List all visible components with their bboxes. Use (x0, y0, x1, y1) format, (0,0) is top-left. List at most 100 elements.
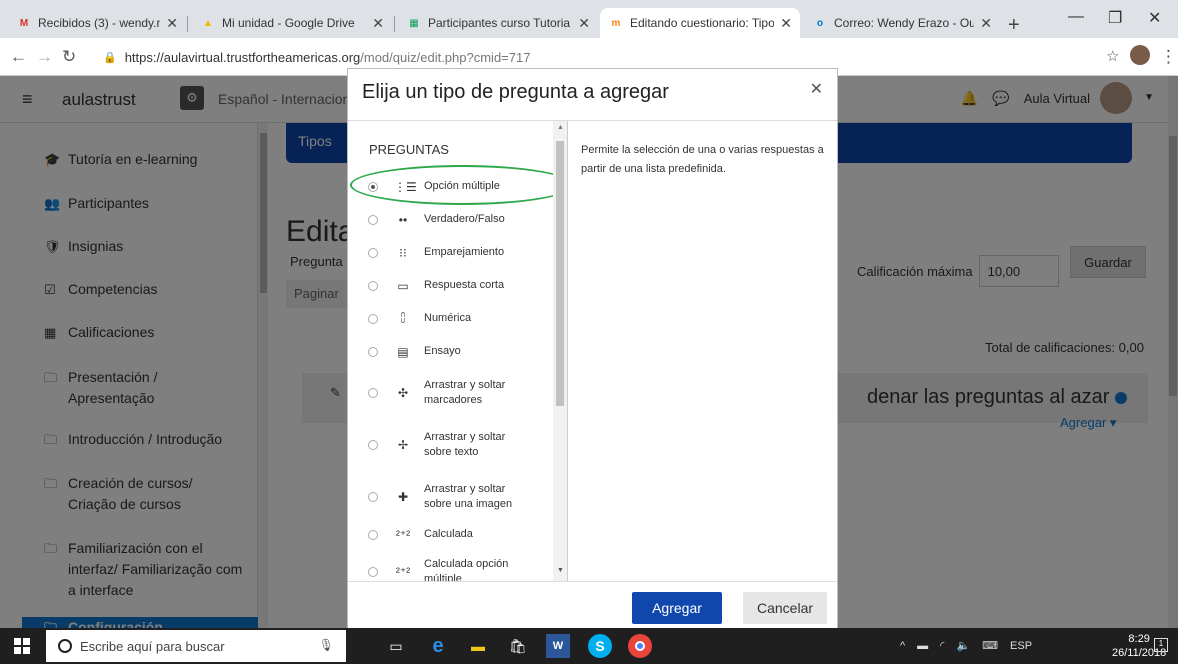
skype-icon[interactable]: S (588, 634, 612, 658)
options-scrollbar[interactable]: ▲ ▼ (553, 121, 567, 581)
close-icon[interactable]: ✕ (810, 79, 823, 99)
scrollbar-thumb[interactable] (556, 141, 564, 406)
option-label: Calculada (424, 528, 473, 540)
browser-tab-outlook[interactable]: o Correo: Wendy Erazo - Outl ✕ (804, 8, 1000, 38)
option-calculatedmulti[interactable]: ²⁺² Calculada opción múltiple (348, 557, 556, 581)
option-essay[interactable]: ▤ Ensayo (348, 344, 556, 359)
option-label: Emparejamiento (424, 246, 505, 258)
calculated-icon: ²⁺² (395, 527, 411, 542)
radio-button[interactable] (368, 388, 378, 398)
notification-icon[interactable]: 1 (1154, 638, 1168, 652)
scroll-down-icon[interactable]: ▼ (557, 567, 564, 574)
url-field[interactable]: 🔒 https://aulavirtual.trustfortheamerica… (103, 44, 1103, 70)
dialog-header: Elija un tipo de pregunta a agregar ✕ (348, 69, 837, 121)
radio-button[interactable] (368, 247, 378, 258)
option-numerical[interactable]: ⩇ Numérica (348, 311, 556, 326)
shortanswer-icon: ▭ (397, 278, 409, 293)
tab-label: Participantes curso Tutoria (428, 16, 571, 30)
close-icon[interactable]: ✕ (166, 15, 178, 32)
tab-label: Correo: Wendy Erazo - Outl (834, 16, 975, 30)
new-tab-button[interactable]: + (1008, 14, 1020, 37)
taskbar-search[interactable]: Escribe aquí para buscar 🎙 (46, 630, 346, 662)
browser-tab-strip: M Recibidos (3) - wendy.marili ✕ ▲ Mi un… (0, 0, 1178, 38)
language-indicator[interactable]: ESP (1010, 640, 1032, 652)
sheets-icon: ▦ (409, 17, 419, 29)
radio-button[interactable] (368, 280, 378, 291)
back-icon[interactable]: ← (10, 47, 27, 67)
radio-button[interactable] (368, 346, 378, 357)
wifi-icon[interactable]: ◜ (940, 639, 944, 652)
browser-tab-moodle[interactable]: m Editando cuestionario: Tipo ✕ (600, 8, 800, 38)
cancel-button[interactable]: Cancelar (743, 592, 827, 624)
matching-icon: ⁝⁝ (399, 245, 407, 260)
option-calculated[interactable]: ²⁺² Calculada (348, 527, 556, 542)
dialog-footer: Agregar Cancelar (348, 581, 837, 633)
option-label: Respuesta corta (424, 279, 505, 291)
minimize-icon[interactable]: — (1068, 8, 1084, 26)
maximize-icon[interactable]: ❐ (1108, 8, 1122, 28)
word-icon[interactable]: W (546, 634, 570, 658)
outlook-icon: o (816, 17, 824, 29)
browser-tab-sheets[interactable]: ▦ Participantes curso Tutoria ✕ (398, 8, 598, 38)
radio-button[interactable] (368, 440, 378, 450)
radio-button[interactable] (368, 313, 378, 324)
highlight-annotation-ellipse (350, 165, 567, 205)
drive-icon: ▲ (203, 17, 213, 29)
option-ddimageortext[interactable]: ✚ Arrastrar y soltar sobre una imagen (348, 482, 556, 512)
add-button[interactable]: Agregar (632, 592, 722, 624)
scroll-up-icon[interactable]: ▲ (557, 124, 564, 131)
chevron-up-icon[interactable]: ^ (900, 640, 905, 652)
tab-label: Editando cuestionario: Tipo (630, 16, 775, 30)
file-explorer-icon[interactable]: ▬ (466, 634, 490, 658)
windows-start-icon[interactable] (14, 638, 30, 654)
windows-taskbar: Escribe aquí para buscar 🎙 ▭ e ▬ 🛍 W S ^… (0, 628, 1178, 664)
browser-menu-icon[interactable]: ⋮ (1160, 47, 1177, 67)
calculatedmulti-icon: ²⁺² (395, 565, 411, 579)
store-icon[interactable]: 🛍 (506, 634, 530, 658)
keyboard-icon[interactable]: ⌨ (982, 639, 998, 652)
volume-icon[interactable]: 🔈 (956, 639, 970, 652)
browser-tab-gmail[interactable]: M Recibidos (3) - wendy.marili ✕ (8, 8, 186, 38)
tab-label: Mi unidad - Google Drive (222, 16, 355, 30)
radio-button[interactable] (368, 214, 378, 225)
forward-icon[interactable]: → (36, 47, 53, 67)
moodle-icon: m (611, 17, 621, 29)
star-icon[interactable]: ☆ (1106, 47, 1119, 65)
option-label: Numérica (424, 312, 472, 324)
option-label: Arrastrar y soltar sobre una imagen (424, 483, 513, 510)
gmail-icon: M (19, 17, 29, 29)
radio-button[interactable] (368, 567, 378, 577)
options-section-header: PREGUNTAS (369, 142, 449, 157)
close-icon[interactable]: ✕ (980, 15, 992, 32)
close-icon[interactable]: ✕ (578, 15, 590, 32)
lock-icon: 🔒 (103, 51, 117, 64)
browser-tab-drive[interactable]: ▲ Mi unidad - Google Drive ✕ (192, 8, 392, 38)
battery-icon[interactable]: ▬ (917, 640, 928, 652)
options-panel: PREGUNTAS ⋮☰ Opción múltiple •• Verdader… (348, 121, 568, 581)
radio-button[interactable] (368, 492, 378, 502)
ddmarker-icon: ✣ (397, 386, 409, 400)
ddwtos-icon: ✢ (397, 438, 409, 452)
radio-button[interactable] (368, 529, 378, 540)
url-domain: https://aulavirtual.trustfortheamericas.… (124, 49, 361, 65)
tab-separator (394, 16, 395, 32)
numerical-icon: ⩇ (400, 311, 406, 325)
option-label: Ensayo (424, 345, 461, 357)
reload-icon[interactable]: ↻ (62, 47, 76, 67)
task-view-icon[interactable]: ▭ (384, 634, 408, 658)
close-icon[interactable]: ✕ (780, 15, 792, 32)
question-type-chooser: Elija un tipo de pregunta a agregar ✕ PR… (347, 68, 838, 632)
option-ddmarker[interactable]: ✣ Arrastrar y soltar marcadores (348, 378, 556, 408)
chrome-icon[interactable] (628, 634, 652, 658)
close-icon[interactable]: ✕ (372, 15, 384, 32)
option-truefalse[interactable]: •• Verdadero/Falso (348, 212, 556, 227)
cortana-icon (58, 639, 72, 653)
window-close-icon[interactable]: ✕ (1148, 8, 1161, 28)
option-shortanswer[interactable]: ▭ Respuesta corta (348, 278, 556, 293)
edge-icon[interactable]: e (426, 634, 450, 658)
option-ddwtos[interactable]: ✢ Arrastrar y soltar sobre texto (348, 430, 556, 460)
truefalse-icon: •• (398, 212, 408, 227)
option-matching[interactable]: ⁝⁝ Emparejamiento (348, 245, 556, 260)
profile-avatar[interactable] (1130, 45, 1150, 65)
microphone-icon[interactable]: 🎙 (319, 638, 334, 652)
